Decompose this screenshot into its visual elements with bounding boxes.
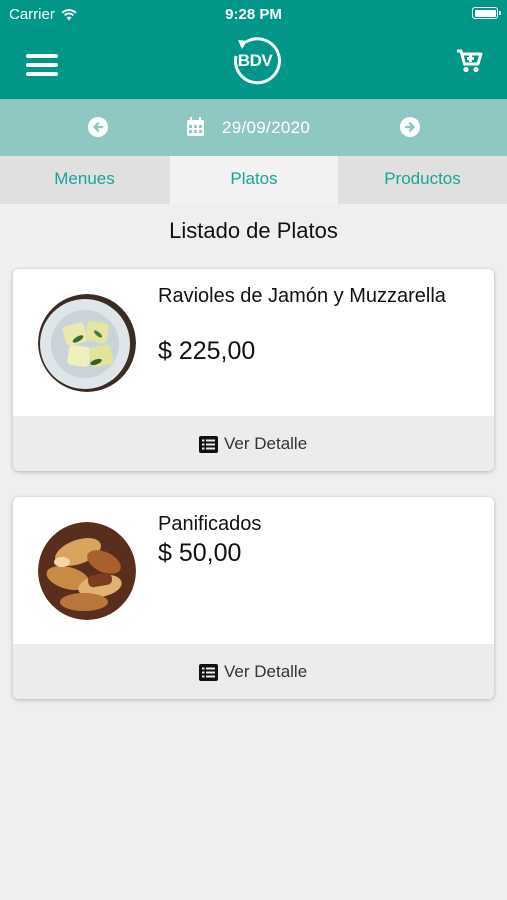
cart-button[interactable] (456, 48, 486, 76)
app-header: Carrier 9:28 PM BDV (0, 0, 507, 99)
selected-date[interactable]: 29/09/2020 (222, 118, 310, 138)
arrow-right-circle-icon (404, 122, 415, 132)
menu-button[interactable] (26, 52, 58, 78)
dish-card: Ravioles de Jamón y Muzzarella $ 225,00 … (13, 269, 494, 471)
logo-text: BDV (237, 51, 273, 70)
status-time: 9:28 PM (225, 6, 282, 23)
view-detail-label: Ver Detalle (224, 662, 308, 681)
page-title: Listado de Platos (169, 218, 338, 243)
ravioli-plate-image (38, 294, 136, 392)
view-detail-button[interactable]: Ver Detalle (13, 416, 494, 471)
dish-name: Panificados (158, 513, 262, 535)
dish-price: $ 50,00 (158, 539, 242, 567)
list-icon (199, 435, 218, 453)
tab-productos[interactable]: Productos (338, 156, 507, 204)
category-tabs: Menues Platos Productos (0, 156, 507, 204)
hamburger-icon (26, 54, 58, 58)
date-navigator: 29/09/2020 (0, 99, 507, 156)
view-detail-button[interactable]: Ver Detalle (13, 644, 494, 699)
dish-name: Ravioles de Jamón y Muzzarella (158, 285, 446, 307)
bdv-logo: BDV (228, 34, 286, 90)
arrow-left-circle-icon (93, 122, 104, 132)
tab-menues[interactable]: Menues (0, 156, 169, 204)
view-detail-label: Ver Detalle (224, 434, 308, 453)
list-icon (199, 663, 218, 681)
calendar-icon (187, 117, 204, 136)
next-date-button[interactable] (400, 117, 420, 137)
dish-card: Panificados $ 50,00 Ver Detalle (13, 497, 494, 699)
dish-price: $ 225,00 (158, 337, 256, 365)
status-bar: Carrier 9:28 PM (0, 0, 507, 28)
cart-icon (457, 49, 483, 73)
previous-date-button[interactable] (88, 117, 108, 137)
tab-platos[interactable]: Platos (170, 156, 338, 204)
battery-icon (472, 7, 501, 19)
bread-pastries-image (38, 522, 136, 620)
